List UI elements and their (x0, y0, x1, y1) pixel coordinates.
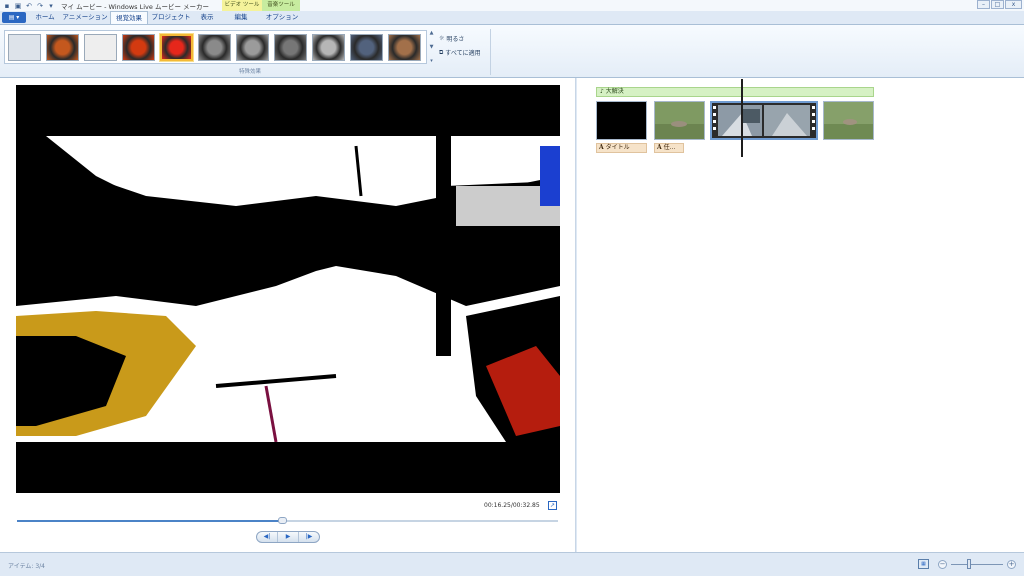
tab-edit[interactable]: 編集 (224, 11, 258, 24)
brightness-button[interactable]: ☼ 明るさ (439, 34, 464, 43)
zoom-out-button[interactable]: − (938, 560, 947, 569)
clip-title-card[interactable] (596, 101, 647, 140)
tab-project[interactable]: プロジェクト (150, 11, 192, 24)
minimize-button[interactable]: – (977, 0, 990, 9)
effect-thumbnail[interactable] (8, 34, 41, 61)
redo-icon[interactable]: ↷ (36, 2, 44, 10)
timecode: 00:16.25/00:32.85 (484, 502, 540, 509)
clip-road-video[interactable] (710, 101, 818, 140)
effects-gallery (4, 30, 427, 64)
preview-pane: 00:16.25/00:32.85 ↗ ◀| ▶ |▶ (0, 78, 576, 552)
playhead-indicator[interactable] (741, 79, 743, 157)
app-icon: ▪ (4, 1, 10, 10)
video-frame-image (16, 136, 560, 443)
gallery-down-icon[interactable]: ▼ (430, 44, 434, 50)
previous-frame-button[interactable]: ◀| (257, 532, 278, 542)
quick-access-toolbar: ▪ ▣ ↶ ↷ ▾ (0, 2, 55, 10)
playback-controls: ◀| ▶ |▶ (256, 531, 320, 543)
music-tools-context-label: 音楽ツール (262, 0, 300, 11)
save-icon[interactable]: ▣ (14, 2, 22, 10)
effect-thumbnail[interactable] (274, 34, 307, 61)
undo-icon[interactable]: ↶ (25, 2, 33, 10)
ribbon-tabs: ▤ ▾ ホーム アニメーション 視覚効果 プロジェクト 表示 編集 オプション (0, 11, 1024, 25)
music-track-bar[interactable]: ♪ 大解決 (596, 87, 874, 97)
item-count: アイテム: 3/4 (8, 563, 45, 570)
clip-filmstrip (712, 103, 816, 138)
text-caption-icon: A (599, 144, 604, 151)
window-title: マイ ムービー - Windows Live ムービー メーカー (61, 2, 210, 11)
sun-icon: ☼ (439, 35, 445, 42)
video-frame (16, 136, 560, 443)
play-button[interactable]: ▶ (278, 532, 299, 542)
clip-grass-2[interactable] (823, 101, 874, 140)
close-button[interactable]: x (1005, 0, 1022, 9)
status-bar: アイテム: 3/4 ▦ − + (0, 552, 1024, 576)
thumbnail-size-icon[interactable]: ▦ (918, 559, 929, 569)
gallery-scroll: ▲ ▼ ▾ (428, 30, 435, 64)
apply-all-button[interactable]: ⧉ すべてに適用 (439, 48, 481, 58)
effect-thumbnail[interactable] (312, 34, 345, 61)
tab-home[interactable]: ホーム (30, 11, 60, 24)
text-caption-icon: A (657, 144, 662, 151)
effect-thumbnail[interactable] (84, 34, 117, 61)
window-controls: – □ x (976, 0, 1022, 9)
clip-grass-1[interactable] (654, 101, 705, 140)
caption-secondary[interactable]: A 任… (654, 143, 684, 153)
video-preview[interactable] (16, 85, 560, 493)
gallery-up-icon[interactable]: ▲ (430, 30, 434, 36)
clip-thumbnail (655, 102, 704, 139)
seek-progress (17, 520, 283, 522)
zoom-slider[interactable] (951, 564, 1003, 565)
gallery-more-icon[interactable]: ▾ (430, 58, 433, 64)
app-menu-button[interactable]: ▤ ▾ (2, 12, 26, 23)
effect-thumbnail[interactable] (236, 34, 269, 61)
tab-options[interactable]: オプション (264, 11, 300, 24)
video-tools-context-label: ビデオ ツール (222, 0, 262, 11)
next-frame-button[interactable]: |▶ (299, 532, 319, 542)
title-bar: ▪ ▣ ↶ ↷ ▾ マイ ムービー - Windows Live ムービー メー… (0, 0, 1024, 11)
clip-thumbnail (824, 102, 873, 139)
ribbon-panel: ▲ ▼ ▾ ☼ 明るさ ⧉ すべてに適用 特殊効果 (0, 24, 1024, 78)
tab-animation[interactable]: アニメーション (62, 11, 108, 24)
seek-bar[interactable] (17, 517, 558, 524)
apply-all-icon: ⧉ (439, 48, 444, 56)
maximize-button[interactable]: □ (991, 0, 1004, 9)
effect-thumbnail[interactable] (350, 34, 383, 61)
tab-visual-effects[interactable]: 視覚効果 (110, 11, 148, 25)
effect-thumbnail[interactable] (122, 34, 155, 61)
zoom-slider-handle[interactable] (967, 559, 972, 569)
effect-thumbnail[interactable] (46, 34, 79, 61)
tab-view[interactable]: 表示 (194, 11, 220, 24)
fullscreen-icon[interactable]: ↗ (548, 501, 557, 510)
zoom-in-button[interactable]: + (1007, 560, 1016, 569)
effect-thumbnail[interactable] (388, 34, 421, 61)
caption-title[interactable]: A タイトル (596, 143, 647, 153)
effect-thumbnail[interactable] (198, 34, 231, 61)
effects-group-label: 特殊効果 (238, 69, 261, 75)
seek-handle[interactable] (278, 517, 288, 524)
customize-icon[interactable]: ▾ (47, 2, 55, 10)
storyboard-pane: ♪ 大解決 A タイトル A 任… (577, 78, 1024, 552)
effect-thumbnail[interactable] (160, 34, 193, 61)
